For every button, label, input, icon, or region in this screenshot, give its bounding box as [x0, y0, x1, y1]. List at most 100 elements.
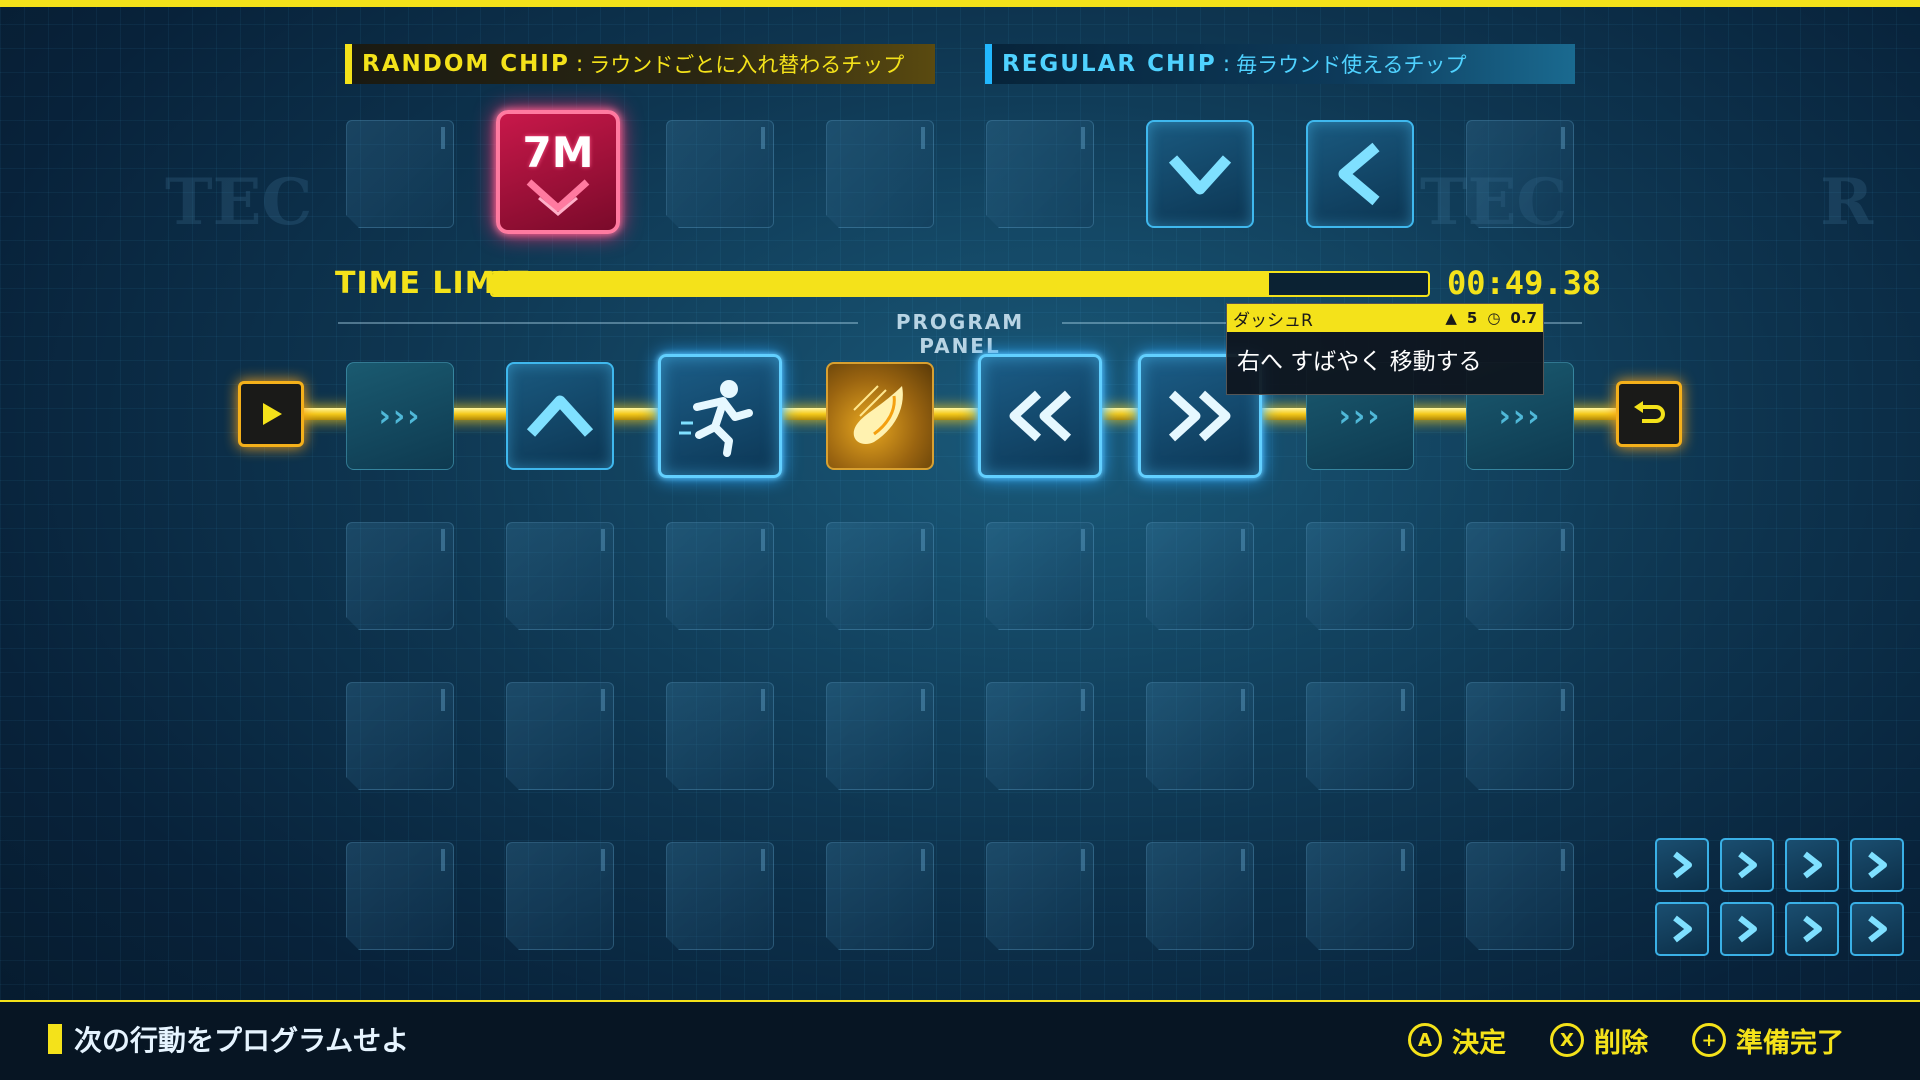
- empty-grid-slot[interactable]: [1146, 842, 1254, 950]
- flame-icon: ▲: [1445, 309, 1457, 327]
- top-accent-bar: [0, 0, 1920, 7]
- instruction-text: 次の行動をプログラムせよ: [74, 1024, 410, 1057]
- instruction-message: 次の行動をプログラムせよ: [48, 1019, 409, 1059]
- move-left-icon: [1338, 142, 1380, 206]
- reserve-chip[interactable]: [1785, 902, 1839, 956]
- empty-grid-slot[interactable]: [666, 842, 774, 950]
- empty-arrows-icon: ›››: [1498, 398, 1542, 434]
- move-right-icon: [1738, 851, 1757, 879]
- plus-button-icon: +: [1692, 1023, 1726, 1057]
- empty-grid-slot[interactable]: [826, 682, 934, 790]
- empty-grid-slot[interactable]: [346, 842, 454, 950]
- empty-chip-slot: [826, 120, 934, 228]
- time-limit-bar: [490, 271, 1430, 297]
- empty-grid-slot[interactable]: [666, 522, 774, 630]
- background-decoration: R: [1820, 165, 1874, 240]
- dash-left-icon: [1009, 390, 1072, 442]
- empty-grid-slot[interactable]: [346, 682, 454, 790]
- chip-tooltip: ダッシュR ▲ 5 ◷ 0.7 右へ すばやく 移動する: [1226, 303, 1544, 395]
- clock-icon: ◷: [1487, 309, 1501, 327]
- random-chip-7m[interactable]: 7M: [496, 110, 620, 234]
- empty-grid-slot[interactable]: [506, 842, 614, 950]
- empty-grid-slot[interactable]: [506, 682, 614, 790]
- reserve-chip[interactable]: [1850, 902, 1904, 956]
- move-right-icon: [1868, 915, 1887, 943]
- reserve-chip[interactable]: [1785, 838, 1839, 892]
- random-chip-header: RANDOM CHIP : ラウンドごとに入れ替わるチップ: [345, 44, 935, 84]
- dash-right-icon: [1168, 390, 1231, 442]
- program-panel-label: PROGRAM PANEL: [895, 310, 1025, 358]
- confirm-hint[interactable]: A 決定: [1408, 1020, 1506, 1060]
- delete-hint[interactable]: X 削除: [1550, 1020, 1648, 1060]
- x-button-icon: X: [1550, 1023, 1584, 1057]
- move-right-icon: [1673, 915, 1692, 943]
- return-icon: [1634, 401, 1665, 423]
- empty-grid-slot[interactable]: [826, 842, 934, 950]
- a-button-icon: A: [1408, 1023, 1442, 1057]
- tooltip-description: 右へ すばやく 移動する: [1237, 349, 1482, 375]
- delete-label: 削除: [1594, 1027, 1648, 1059]
- tooltip-stats: ▲ 5 ◷ 0.7: [1445, 309, 1537, 327]
- play-start-button[interactable]: [238, 381, 304, 447]
- empty-grid-slot[interactable]: [1466, 522, 1574, 630]
- program-slot-1[interactable]: ›››: [346, 362, 454, 470]
- move-right-icon: [1868, 851, 1887, 879]
- empty-chip-slot: [666, 120, 774, 228]
- empty-grid-slot[interactable]: [1146, 522, 1254, 630]
- play-icon: [263, 403, 282, 425]
- regular-chip-move-left[interactable]: [1306, 120, 1414, 228]
- tooltip-chip-name: ダッシュR: [1233, 310, 1313, 331]
- header-separator: :: [575, 51, 584, 77]
- empty-grid-slot[interactable]: [346, 522, 454, 630]
- empty-grid-slot[interactable]: [986, 842, 1094, 950]
- tooltip-cost: 5: [1466, 309, 1478, 327]
- fire-shot-icon: [853, 385, 903, 444]
- reserve-chip[interactable]: [1720, 902, 1774, 956]
- regular-chip-header: REGULAR CHIP : 毎ラウンド使えるチップ: [985, 44, 1575, 84]
- move-up-icon: [526, 395, 594, 437]
- empty-grid-slot[interactable]: [1306, 682, 1414, 790]
- regular-chip-title: REGULAR CHIP: [1002, 51, 1217, 77]
- empty-grid-slot[interactable]: [666, 682, 774, 790]
- move-right-icon: [1803, 915, 1822, 943]
- empty-chip-slot: [346, 120, 454, 228]
- background-decoration: TEC: [165, 165, 313, 240]
- reserve-chip[interactable]: [1850, 838, 1904, 892]
- time-limit-value: 00:49.38: [1447, 264, 1602, 302]
- reserve-chip[interactable]: [1720, 838, 1774, 892]
- empty-grid-slot[interactable]: [1146, 682, 1254, 790]
- empty-grid-slot[interactable]: [1306, 522, 1414, 630]
- empty-grid-slot[interactable]: [506, 522, 614, 630]
- confirm-label: 決定: [1452, 1027, 1506, 1059]
- empty-grid-slot[interactable]: [1466, 842, 1574, 950]
- ready-label: 準備完了: [1736, 1027, 1844, 1059]
- empty-grid-slot[interactable]: [826, 522, 934, 630]
- empty-chip-slot: [986, 120, 1094, 228]
- program-slot-4[interactable]: [826, 362, 934, 470]
- move-right-icon: [1738, 915, 1757, 943]
- dash-runner-icon: [679, 380, 753, 457]
- empty-arrows-icon: ›››: [1338, 398, 1382, 434]
- program-slot-2[interactable]: [506, 362, 614, 470]
- empty-chip-slot: [1466, 120, 1574, 228]
- empty-grid-slot[interactable]: [986, 522, 1094, 630]
- program-track: [265, 408, 1645, 420]
- program-slot-3[interactable]: [658, 354, 782, 478]
- message-marker: [48, 1024, 62, 1054]
- empty-grid-slot[interactable]: [1466, 682, 1574, 790]
- header-separator: :: [1222, 51, 1231, 77]
- move-right-icon: [1673, 851, 1692, 879]
- random-chip-title: RANDOM CHIP: [362, 51, 570, 77]
- reserve-chip[interactable]: [1655, 838, 1709, 892]
- program-slot-5[interactable]: [978, 354, 1102, 478]
- loop-end-button[interactable]: [1616, 381, 1682, 447]
- reserve-chip[interactable]: [1655, 902, 1709, 956]
- divider: [338, 322, 858, 324]
- ready-hint[interactable]: + 準備完了: [1692, 1020, 1844, 1060]
- chip-code: 7M: [522, 128, 594, 177]
- time-limit-fill: [492, 273, 1269, 295]
- empty-grid-slot[interactable]: [1306, 842, 1414, 950]
- empty-grid-slot[interactable]: [986, 682, 1094, 790]
- regular-chip-move-down[interactable]: [1146, 120, 1254, 228]
- random-chip-description: ラウンドごとに入れ替わるチップ: [589, 53, 905, 77]
